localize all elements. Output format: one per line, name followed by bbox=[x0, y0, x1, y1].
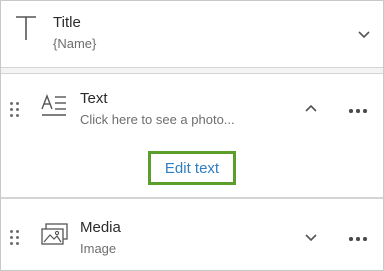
media-block-name: Media bbox=[80, 219, 121, 236]
popup-content-panel: Title {Name} Text Click here to see a ph… bbox=[0, 0, 384, 271]
text-block-subtitle: Click here to see a photo... bbox=[80, 112, 235, 127]
media-block-subtitle: Image bbox=[80, 241, 117, 256]
text-block-icon bbox=[41, 94, 66, 116]
title-text-icon bbox=[16, 16, 36, 40]
title-block-subtitle: {Name} bbox=[53, 36, 97, 51]
title-block[interactable]: Title {Name} bbox=[1, 1, 383, 68]
text-block-name: Text bbox=[80, 90, 108, 107]
more-options-icon[interactable] bbox=[349, 236, 369, 242]
chevron-down-icon[interactable] bbox=[357, 30, 371, 40]
media-block[interactable]: Media Image bbox=[1, 198, 383, 270]
image-icon bbox=[41, 223, 68, 245]
text-block[interactable]: Text Click here to see a photo... Edit t… bbox=[1, 73, 383, 198]
edit-text-button[interactable]: Edit text bbox=[148, 151, 236, 185]
more-options-icon[interactable] bbox=[349, 108, 369, 114]
chevron-up-icon[interactable] bbox=[304, 103, 318, 113]
drag-handle-icon[interactable] bbox=[10, 102, 22, 118]
title-block-name: Title bbox=[53, 14, 81, 31]
chevron-down-icon[interactable] bbox=[304, 233, 318, 243]
drag-handle-icon[interactable] bbox=[10, 230, 22, 246]
